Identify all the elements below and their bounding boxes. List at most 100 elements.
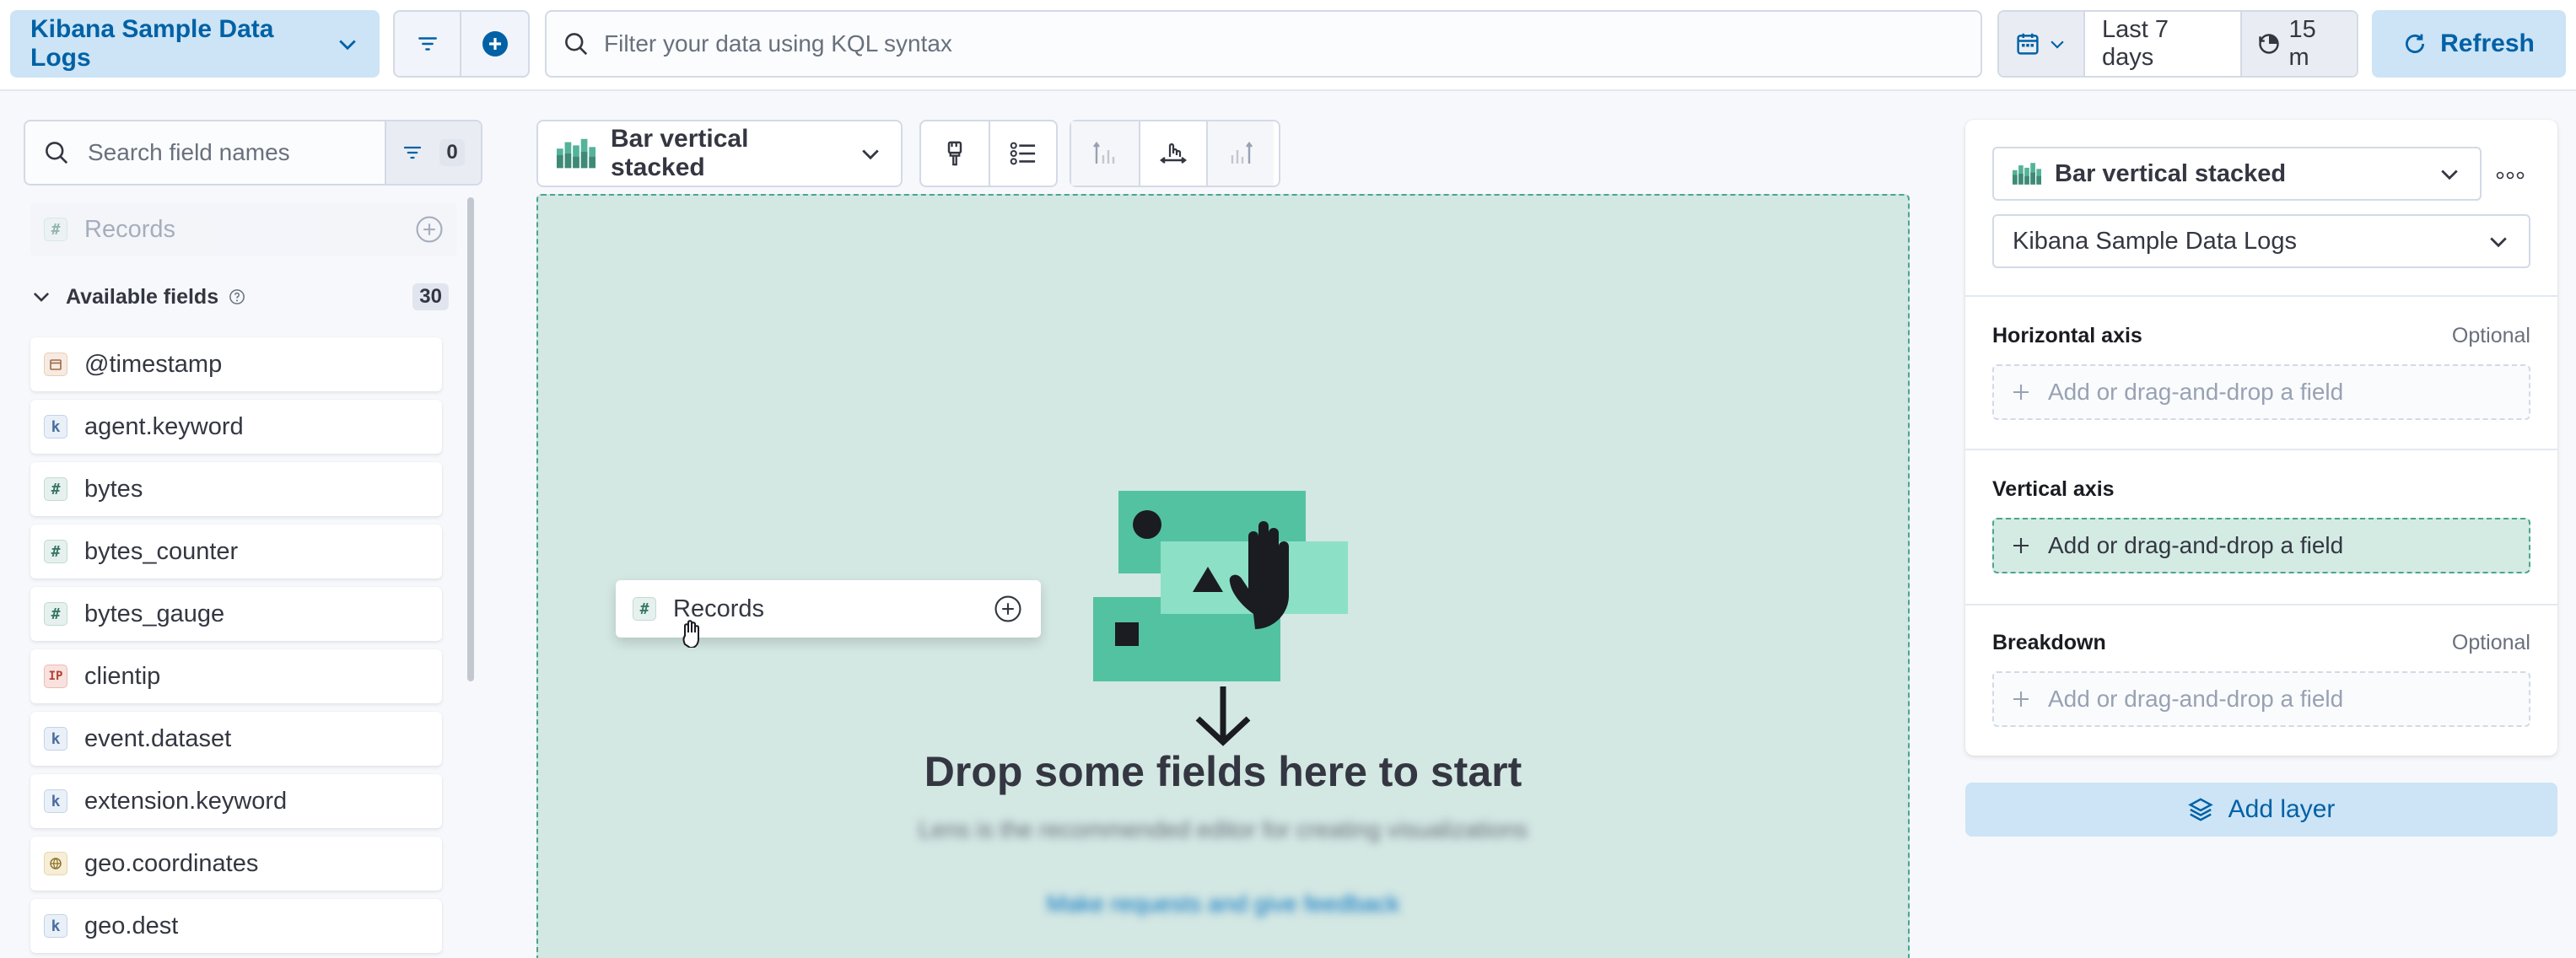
filter-icon	[402, 143, 423, 163]
keyword-type-icon: k	[44, 727, 67, 751]
auto-refresh-button[interactable]: 15 m	[2239, 12, 2357, 76]
filter-count-badge: 0	[439, 139, 465, 166]
axis-right-icon	[1227, 140, 1254, 167]
date-type-icon	[44, 353, 67, 376]
filter-menu-button[interactable]	[395, 12, 462, 76]
field-name: agent.keyword	[84, 412, 244, 440]
left-axis-button[interactable]	[1071, 121, 1139, 186]
field-list-item[interactable]: k geo.dest	[30, 899, 442, 953]
breakdown-drop-target[interactable]: Add or drag-and-drop a field	[1992, 671, 2530, 727]
horizontal-axis-optional: Optional	[2451, 324, 2530, 347]
field-search-input[interactable]	[88, 139, 375, 166]
add-field-icon[interactable]	[994, 595, 1022, 623]
number-type-icon: #	[44, 602, 67, 626]
records-field-label: Records	[84, 215, 175, 243]
layer-chart-type-label: Bar vertical stacked	[2055, 159, 2287, 187]
field-name: event.dataset	[84, 724, 232, 752]
layer-actions-button[interactable]	[2483, 148, 2537, 202]
field-list-item[interactable]: @timestamp	[30, 337, 442, 391]
kql-input[interactable]	[604, 30, 1869, 57]
kql-search-field[interactable]	[545, 10, 1982, 78]
records-field-item[interactable]: # Records	[30, 202, 457, 256]
breakdown-title: Breakdown	[1992, 631, 2106, 654]
field-name: bytes_counter	[84, 537, 239, 565]
refresh-label: Refresh	[2440, 30, 2535, 57]
data-view-label: Kibana Sample Data Logs	[30, 15, 274, 72]
add-layer-label: Add layer	[2228, 795, 2336, 823]
horizontal-axis-drop-target[interactable]: Add or drag-and-drop a field	[1992, 364, 2530, 420]
field-name: @timestamp	[84, 350, 223, 378]
add-field-icon[interactable]	[415, 215, 444, 244]
field-name: bytes	[84, 475, 143, 503]
brush-icon	[943, 141, 967, 166]
feedback-link[interactable]: Make requests and give feedback	[536, 891, 1910, 918]
number-type-icon: #	[44, 540, 67, 563]
field-type-filter-button[interactable]: 0	[385, 121, 481, 184]
number-type-icon: #	[633, 597, 656, 621]
field-name: geo.coordinates	[84, 849, 259, 877]
legend-settings-button[interactable]	[989, 121, 1056, 186]
style-legend-group	[919, 120, 1058, 187]
available-fields-title: Available fields	[66, 284, 219, 309]
bar-vertical-stacked-icon	[2013, 163, 2041, 185]
right-axis-button[interactable]	[1206, 121, 1274, 186]
grab-cursor-icon	[682, 619, 703, 654]
breakdown-placeholder: Add or drag-and-drop a field	[2048, 686, 2344, 712]
horizontal-axis-placeholder: Add or drag-and-drop a field	[2048, 379, 2344, 405]
field-list-scrollbar[interactable]	[467, 197, 474, 681]
field-search-box: 0	[24, 120, 482, 186]
layer-data-view-select[interactable]: Kibana Sample Data Logs	[1992, 214, 2530, 268]
time-range-display[interactable]: Last 7 days	[2085, 12, 2239, 76]
chevron-down-icon	[2438, 162, 2461, 186]
field-list-item[interactable]: # bytes	[30, 462, 442, 516]
drop-zone-subtitle: Lens is the recommended editor for creat…	[918, 816, 1528, 842]
field-list-item[interactable]: k extension.keyword	[30, 774, 442, 828]
bottom-axis-button[interactable]	[1139, 121, 1206, 186]
axis-left-icon	[1091, 140, 1118, 167]
add-filter-button[interactable]	[461, 12, 528, 76]
auto-refresh-interval: 15 m	[2288, 16, 2316, 71]
field-name: clientip	[84, 662, 161, 690]
field-list-item[interactable]: k event.dataset	[30, 712, 442, 766]
chevron-down-icon	[30, 286, 52, 308]
quick-menu-button[interactable]	[1999, 12, 2086, 76]
data-view-picker[interactable]: Kibana Sample Data Logs	[10, 10, 380, 78]
more-icon	[2496, 170, 2525, 180]
available-fields-header[interactable]: Available fields 30	[30, 278, 449, 315]
field-name: geo.dest	[84, 912, 179, 939]
keyword-type-icon: k	[44, 415, 67, 439]
keyword-type-icon: k	[44, 914, 67, 938]
number-type-icon: #	[44, 218, 67, 241]
refresh-icon	[2403, 32, 2427, 56]
divider	[1965, 604, 2557, 605]
layer-chart-type-select[interactable]: Bar vertical stacked	[1992, 147, 2482, 201]
field-name: extension.keyword	[84, 787, 288, 815]
axis-bottom-icon	[1159, 140, 1188, 167]
horizontal-axis-title: Horizontal axis	[1992, 324, 2142, 347]
refresh-button[interactable]: Refresh	[2372, 10, 2566, 78]
visual-options-button[interactable]	[921, 121, 989, 186]
field-list-item[interactable]: k agent.keyword	[30, 400, 442, 454]
ip-type-icon: IP	[44, 665, 67, 688]
vertical-axis-placeholder: Add or drag-and-drop a field	[2048, 532, 2344, 558]
calendar-icon	[2016, 32, 2040, 56]
search-icon	[563, 31, 589, 57]
axis-settings-group	[1070, 120, 1280, 187]
vertical-axis-drop-target[interactable]: Add or drag-and-drop a field	[1992, 518, 2530, 573]
field-list-item[interactable]: IP clientip	[30, 649, 442, 703]
field-name: bytes_gauge	[84, 600, 225, 627]
field-list-item[interactable]: # bytes_gauge	[30, 587, 442, 641]
plus-icon	[2011, 689, 2031, 709]
filter-icon	[417, 33, 439, 55]
auto-refresh-icon	[2257, 32, 2281, 56]
add-layer-button[interactable]: Add layer	[1965, 783, 2557, 837]
dragged-field-records[interactable]: # Records	[616, 580, 1041, 638]
chevron-down-icon	[2048, 35, 2067, 53]
field-list-item[interactable]: # bytes_counter	[30, 525, 442, 579]
list-icon	[1010, 141, 1037, 166]
field-list-item[interactable]: geo.coordinates	[30, 837, 442, 891]
vertical-axis-title: Vertical axis	[1992, 477, 2115, 501]
divider	[1965, 449, 2557, 450]
chart-type-switcher[interactable]: Bar vertical stacked	[536, 120, 903, 187]
time-picker: Last 7 days 15 m	[1997, 10, 2358, 78]
